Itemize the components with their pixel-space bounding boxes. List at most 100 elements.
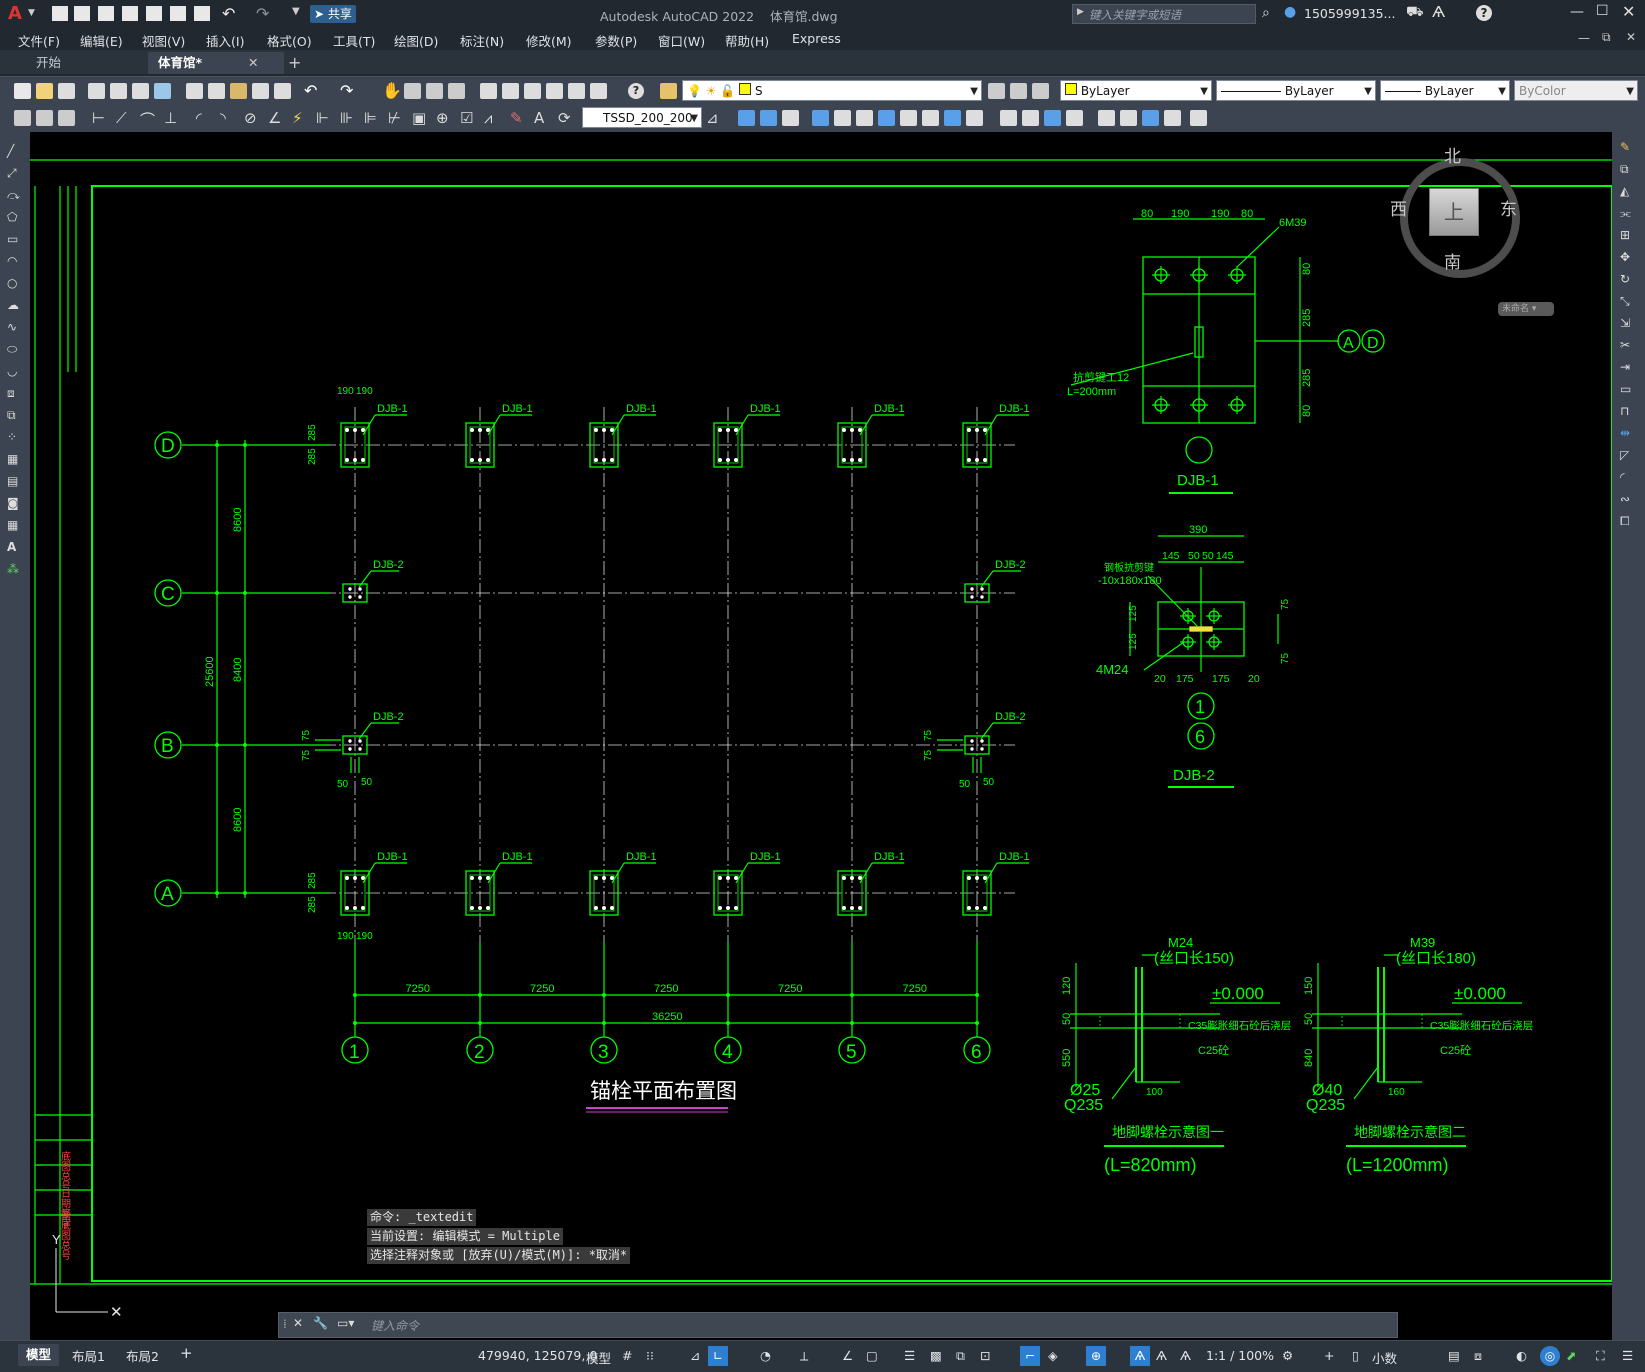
undo-icon[interactable]: ↶ bbox=[222, 4, 235, 23]
3d-print-icon[interactable] bbox=[154, 83, 171, 99]
save-as-icon[interactable] bbox=[122, 6, 138, 21]
dynucs-icon[interactable]: ⌐ bbox=[1020, 1346, 1040, 1366]
coordinates[interactable]: 479940, 125079, 0 bbox=[478, 1348, 597, 1363]
tb2-3d-12-icon[interactable] bbox=[1000, 110, 1017, 126]
open-web-icon[interactable] bbox=[146, 6, 162, 21]
menu-help[interactable]: 帮助(H) bbox=[725, 31, 769, 50]
cad-drawing[interactable]: Y ✕ 新底图总号 底图总号 日期签字 DCBA2560086008400860… bbox=[30, 132, 1612, 1340]
tb2-3d-1-icon[interactable] bbox=[738, 110, 755, 126]
tb2-tool-3-icon[interactable] bbox=[58, 110, 75, 126]
command-grip-icon[interactable]: ⁞ bbox=[283, 1317, 287, 1331]
doc-close-button[interactable]: ✕ bbox=[1626, 30, 1636, 44]
isolate-objects-icon[interactable]: ◐ bbox=[1516, 1348, 1527, 1363]
menu-modify[interactable]: 修改(M) bbox=[526, 31, 572, 50]
annotation-scale-icon[interactable]: Ѧ bbox=[1180, 1348, 1191, 1363]
menu-parametric[interactable]: 参数(P) bbox=[595, 31, 637, 50]
diameter-dim-icon[interactable]: ⊘ bbox=[244, 109, 257, 127]
help-icon[interactable]: ? bbox=[1476, 5, 1492, 21]
preview-icon[interactable] bbox=[110, 83, 127, 99]
lineweight-icon[interactable]: ☰ bbox=[904, 1348, 915, 1363]
properties-icon[interactable] bbox=[480, 83, 497, 99]
linear-dim-icon[interactable]: ⊢ bbox=[92, 109, 105, 127]
autodesk-app-icon[interactable]: Ѧ bbox=[1432, 3, 1445, 21]
calculator-icon[interactable] bbox=[590, 83, 607, 99]
continue-dim-icon[interactable]: ⊪ bbox=[340, 109, 353, 127]
layer-states-icon[interactable] bbox=[1032, 83, 1049, 99]
menu-dimension[interactable]: 标注(N) bbox=[460, 31, 504, 50]
scale-icon[interactable]: ⤡ bbox=[1620, 294, 1637, 311]
command-recent-icon[interactable]: ▭▾ bbox=[337, 1316, 354, 1330]
tb2-tool-1-icon[interactable] bbox=[14, 110, 31, 126]
cut-icon[interactable] bbox=[186, 83, 203, 99]
tb2-3d-9-icon[interactable] bbox=[922, 110, 939, 126]
menu-view[interactable]: 视图(V) bbox=[142, 31, 185, 50]
tb2-3d-20-icon[interactable] bbox=[1190, 110, 1207, 126]
cart-icon[interactable]: ⛟ bbox=[1406, 4, 1424, 22]
command-close-icon[interactable]: ✕ bbox=[293, 1316, 303, 1330]
linetype-combo[interactable]: ByLayer ▼ bbox=[1216, 80, 1376, 101]
stretch-icon[interactable]: ⇲ bbox=[1620, 316, 1637, 333]
tb2-3d-2-icon[interactable] bbox=[760, 110, 777, 126]
polar-icon[interactable]: ◔ bbox=[760, 1348, 771, 1363]
tb2-3d-13-icon[interactable] bbox=[1022, 110, 1039, 126]
user-icon[interactable]: ● bbox=[1284, 4, 1296, 20]
pan-icon[interactable]: ✋ bbox=[382, 81, 402, 100]
maximize-button[interactable]: ☐ bbox=[1596, 3, 1609, 19]
qat-customize-icon[interactable]: ▼ bbox=[292, 6, 300, 17]
zoom-window-icon[interactable] bbox=[426, 83, 443, 99]
dim-space-icon[interactable]: ⊫ bbox=[364, 109, 377, 127]
tb2-3d-17-icon[interactable] bbox=[1120, 110, 1137, 126]
paste-icon[interactable] bbox=[230, 83, 247, 99]
close-button[interactable]: ✕ bbox=[1622, 2, 1635, 21]
tb2-3d-3-icon[interactable] bbox=[782, 110, 799, 126]
ellipse-arc-icon[interactable]: ◡ bbox=[7, 364, 23, 380]
dim-update-icon[interactable]: ⟳ bbox=[558, 109, 571, 127]
new-layout-button[interactable]: + bbox=[180, 1344, 193, 1362]
otrack-icon[interactable]: ∠ bbox=[842, 1348, 853, 1363]
array-icon[interactable]: ⊞ bbox=[1620, 228, 1637, 245]
design-center-icon[interactable] bbox=[502, 83, 519, 99]
dimstyle-manager-icon[interactable]: ⊿ bbox=[706, 109, 719, 127]
user-name[interactable]: 1505999135... bbox=[1304, 6, 1395, 21]
radius-dim-icon[interactable]: ◜ bbox=[196, 109, 202, 127]
tb2-3d-18-icon[interactable] bbox=[1142, 110, 1159, 126]
spline-icon[interactable]: ∿ bbox=[7, 320, 23, 336]
angular-dim-icon[interactable]: ∠ bbox=[268, 109, 281, 127]
copy-icon[interactable] bbox=[208, 83, 225, 99]
add-selected-icon[interactable]: ⁂ bbox=[7, 562, 23, 578]
table-icon[interactable]: ▦ bbox=[7, 518, 23, 534]
jogged-dim-icon[interactable]: ◝ bbox=[220, 109, 226, 127]
menu-express[interactable]: Express bbox=[792, 31, 841, 46]
save-icon[interactable] bbox=[98, 6, 114, 21]
explode-icon[interactable]: ⧠ bbox=[1620, 514, 1637, 531]
minimize-button[interactable]: — bbox=[1570, 4, 1584, 20]
dim-edit-icon[interactable]: ✎ bbox=[510, 109, 523, 127]
tb2-3d-15-icon[interactable] bbox=[1066, 110, 1083, 126]
new-tab-button[interactable]: + bbox=[278, 52, 311, 74]
tab-drawing[interactable]: 体育馆* ✕ bbox=[148, 52, 284, 74]
quick-properties-icon[interactable]: ▤ bbox=[1448, 1348, 1460, 1363]
snap-icon[interactable]: ⁝⁝ bbox=[646, 1348, 654, 1363]
match-prop-icon[interactable] bbox=[252, 83, 269, 99]
dim-text-edit-icon[interactable]: A bbox=[534, 109, 544, 127]
isodraft-icon[interactable]: ⟂ bbox=[800, 1348, 808, 1364]
layout-tab-1[interactable]: 布局1 bbox=[72, 1346, 105, 1365]
tool-palettes-icon[interactable] bbox=[524, 83, 541, 99]
ortho-icon[interactable]: ∟ bbox=[708, 1346, 728, 1366]
revcloud-icon[interactable]: ☁ bbox=[7, 298, 23, 314]
extend-icon[interactable]: ⇥ bbox=[1620, 360, 1637, 377]
3dosnap-icon[interactable]: ⊡ bbox=[980, 1348, 990, 1363]
aligned-dim-icon[interactable]: ⟋ bbox=[116, 109, 127, 127]
print-icon[interactable] bbox=[88, 83, 105, 99]
construction-line-icon[interactable]: ⤢ bbox=[7, 166, 23, 182]
break-icon[interactable]: ⊓ bbox=[1620, 404, 1637, 421]
insert-block-icon[interactable]: ⧈ bbox=[7, 386, 23, 402]
doc-minimize-button[interactable]: — bbox=[1578, 31, 1590, 45]
blend-icon[interactable]: ∾ bbox=[1620, 492, 1637, 509]
tb2-3d-16-icon[interactable] bbox=[1098, 110, 1115, 126]
save-web-icon[interactable] bbox=[170, 6, 186, 21]
tb2-3d-5-icon[interactable] bbox=[834, 110, 851, 126]
annotation-scale[interactable]: 1:1 / 100% bbox=[1206, 1348, 1274, 1363]
selection-cycle-icon[interactable]: ⧉ bbox=[956, 1348, 965, 1364]
customization-icon[interactable]: ☰ bbox=[1622, 1348, 1633, 1363]
